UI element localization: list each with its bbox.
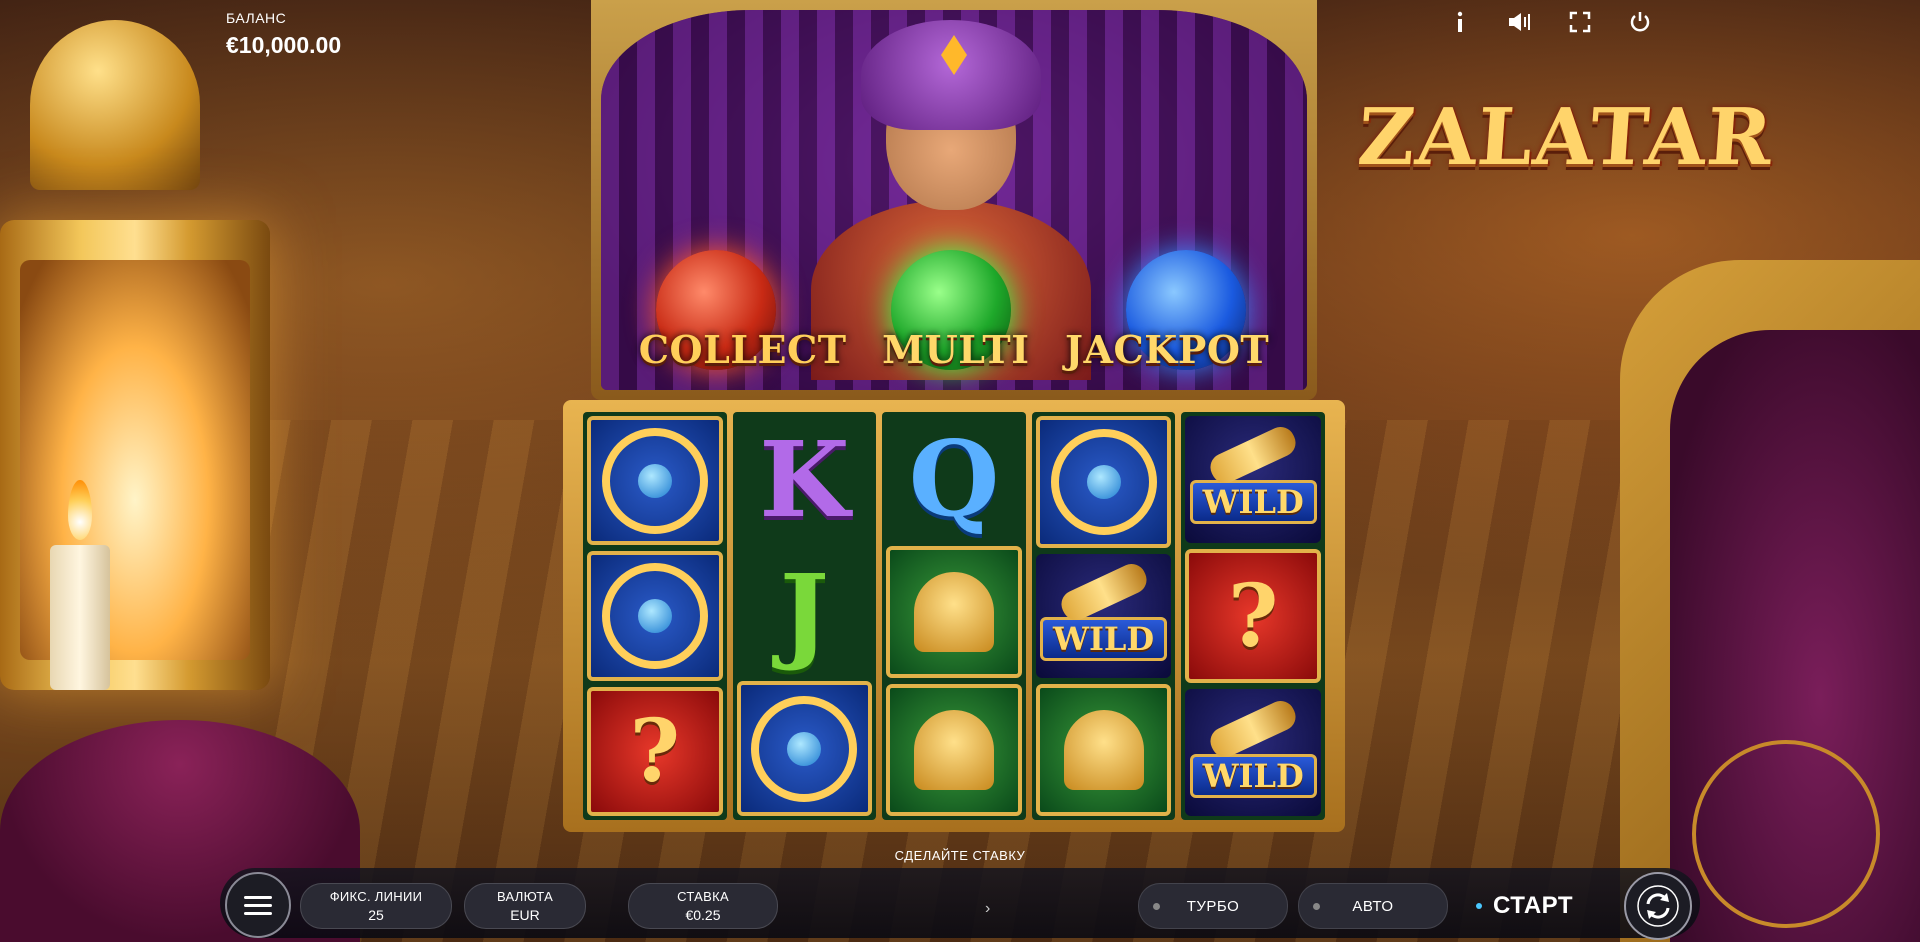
mystery-symbol: ? xyxy=(587,686,723,816)
reel-frame: ? K J Q WILD WILD? WILD xyxy=(563,400,1345,832)
currency-value: EUR xyxy=(510,907,540,923)
wild-label: WILD xyxy=(1189,753,1317,798)
bet-label: СТАВКА xyxy=(677,889,729,904)
tree-symbol xyxy=(886,684,1022,816)
menu-icon-line xyxy=(244,895,272,899)
reel-1: ? xyxy=(583,412,727,820)
spin-icon xyxy=(1637,885,1679,927)
reel-3: Q xyxy=(882,412,1026,820)
start-button[interactable]: СТАРТ xyxy=(1460,878,1606,934)
sound-icon[interactable] xyxy=(1505,8,1535,36)
wild-symbol: WILD xyxy=(1185,689,1321,817)
wild-label: WILD xyxy=(1189,480,1317,525)
wheel-symbol xyxy=(587,551,723,681)
info-icon[interactable] xyxy=(1445,8,1475,36)
telescope-icon xyxy=(1056,559,1151,625)
spin-button[interactable] xyxy=(1624,872,1692,940)
tree-symbol xyxy=(1035,684,1172,816)
turbo-label: ТУРБО xyxy=(1186,897,1240,915)
fixed-lines-value: 25 xyxy=(368,907,384,923)
tree-icon xyxy=(913,572,994,652)
balance-label: БАЛАНС xyxy=(226,10,287,26)
wheel-symbol xyxy=(1035,416,1172,548)
wheel-icon xyxy=(601,427,708,534)
feature-banner: COLLECT MULTI JACKPOT xyxy=(591,0,1317,400)
reel-5: WILD? WILD xyxy=(1181,412,1325,820)
game-frame: COLLECT MULTI JACKPOT ? K J Q WILD WILD? WILD xyxy=(563,0,1345,832)
auto-label: АВТО xyxy=(1352,897,1394,915)
tree-icon xyxy=(1063,710,1144,790)
fortune-teller-scene: COLLECT MULTI JACKPOT xyxy=(601,10,1307,390)
reel-4: WILD xyxy=(1031,412,1176,820)
wild-symbol: WILD xyxy=(1185,416,1321,543)
top-toolbar xyxy=(1445,8,1655,36)
turbo-toggle[interactable]: ТУРБО xyxy=(1138,883,1288,929)
telescope-icon xyxy=(1206,422,1301,488)
fixed-lines-pill[interactable]: ФИКС. ЛИНИИ 25 xyxy=(300,883,452,929)
orb-labels: COLLECT MULTI JACKPOT xyxy=(601,327,1307,372)
tree-icon xyxy=(913,710,994,790)
lantern-top xyxy=(30,20,200,190)
letter-symbol-q: Q xyxy=(908,416,1000,540)
wheel-symbol xyxy=(587,416,723,546)
fullscreen-icon[interactable] xyxy=(1565,8,1595,36)
wheel-icon xyxy=(1050,429,1157,535)
currency-pill[interactable]: ВАЛЮТА EUR xyxy=(464,883,586,929)
power-icon[interactable] xyxy=(1625,8,1655,36)
mystery-symbol: ? xyxy=(1185,548,1321,684)
letter-symbol-k: K xyxy=(759,417,850,541)
jackpot-label: JACKPOT xyxy=(1065,327,1270,372)
balance-value: €10,000.00 xyxy=(226,32,342,58)
menu-button[interactable] xyxy=(225,872,291,938)
collect-label: COLLECT xyxy=(638,327,847,372)
wheel-icon xyxy=(601,562,708,669)
genie-turban xyxy=(861,20,1041,130)
wheel-icon xyxy=(751,695,858,802)
wild-label: WILD xyxy=(1040,617,1168,661)
multi-label: MULTI xyxy=(882,327,1030,372)
telescope-icon xyxy=(1206,696,1301,762)
bet-pill[interactable]: СТАВКА €0.25 xyxy=(628,883,778,929)
auto-toggle[interactable]: АВТО xyxy=(1298,883,1448,929)
reel-2: KJ xyxy=(732,412,877,820)
bet-prompt: СДЕЛАЙТЕ СТАВКУ xyxy=(894,848,1026,863)
currency-label: ВАЛЮТА xyxy=(496,889,554,904)
chevron-right-icon[interactable]: › xyxy=(985,900,990,918)
reels-grid: ? K J Q WILD WILD? WILD xyxy=(583,412,1325,820)
eye-emblem xyxy=(1692,740,1880,928)
control-bar: СДЕЛАЙТЕ СТАВКУ ФИКС. ЛИНИИ 25 ВАЛЮТА EU… xyxy=(220,838,1700,942)
candle xyxy=(50,545,110,690)
menu-icon-line xyxy=(244,911,272,915)
bet-value: €0.25 xyxy=(685,907,721,923)
wheel-symbol xyxy=(736,681,873,817)
fixed-lines-label: ФИКС. ЛИНИИ xyxy=(329,889,423,904)
turbo-indicator xyxy=(1153,902,1160,910)
game-logo: ZALATAR xyxy=(1354,92,1776,183)
letter-symbol-j: J xyxy=(779,550,829,674)
wild-symbol: WILD xyxy=(1035,554,1172,678)
tree-symbol xyxy=(886,546,1022,678)
menu-icon-line xyxy=(244,903,272,907)
auto-indicator xyxy=(1313,902,1320,910)
lantern-decoration xyxy=(0,20,290,780)
